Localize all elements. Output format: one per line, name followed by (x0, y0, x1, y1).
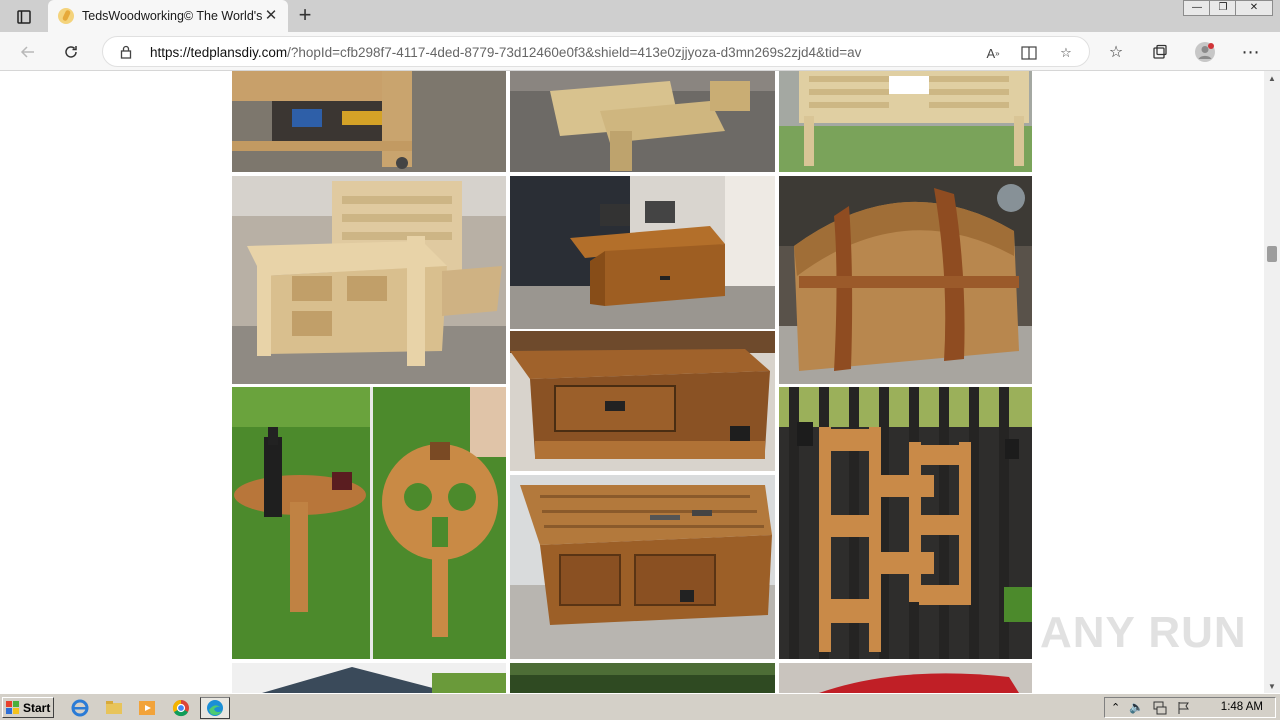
windows-taskbar: Start ⌃ 🔈 1:48 AM (0, 693, 1280, 720)
gallery-item-vertical-planter[interactable] (779, 387, 1032, 659)
scroll-down-icon[interactable]: ▼ (1268, 682, 1276, 691)
new-tab-button[interactable]: + (292, 4, 318, 28)
collections-icon[interactable] (1147, 39, 1173, 65)
url-path: /?hopId=cfb298f7-4117-4ded-8779-73d12460… (287, 45, 862, 60)
tab-actions-button[interactable] (10, 6, 38, 28)
gallery-item-wine-table[interactable] (232, 387, 506, 659)
gallery-item-trunk-coffee-table[interactable] (510, 331, 775, 471)
media-player-icon[interactable] (137, 698, 157, 718)
chrome-icon[interactable] (171, 698, 191, 718)
page-content (0, 71, 1264, 693)
refresh-button[interactable] (58, 39, 84, 65)
start-label: Start (23, 700, 51, 715)
windows-logo-icon (6, 700, 19, 714)
tray-expand-icon[interactable]: ⌃ (1111, 701, 1120, 714)
tab-strip: TedsWoodworking© The World's ✕ + — ❐ ✕ (0, 0, 1280, 32)
refresh-icon (65, 46, 77, 58)
edge-icon (207, 700, 223, 716)
gallery-item-treasure-chest[interactable] (779, 176, 1032, 384)
restore-button[interactable]: ❐ (1209, 0, 1237, 16)
taskbar-clock[interactable]: 1:48 AM (1221, 701, 1263, 713)
gallery-item-workbench-cart[interactable] (232, 71, 506, 172)
add-favorite-icon[interactable]: ☆ (1056, 43, 1076, 63)
scroll-up-icon[interactable]: ▲ (1268, 74, 1276, 83)
internet-explorer-icon[interactable] (70, 698, 90, 718)
scroll-thumb[interactable] (1267, 246, 1277, 262)
immersive-reader-icon[interactable] (1019, 43, 1039, 63)
profile-avatar-icon[interactable] (1192, 39, 1218, 65)
gallery-item-woodworking-workbench[interactable] (510, 475, 775, 659)
lock-icon[interactable] (119, 45, 133, 64)
start-button[interactable]: Start (2, 697, 54, 718)
gallery-item-garden[interactable] (510, 663, 775, 693)
gallery-item-double-chair-bench[interactable] (779, 71, 1032, 172)
visual-search-icon (997, 184, 1025, 212)
close-window-button[interactable]: ✕ (1235, 0, 1273, 16)
address-bar[interactable]: https://tedplansdiy.com/?hopId=cfb298f7-… (102, 36, 1090, 67)
volume-icon[interactable]: 🔈 (1129, 700, 1144, 714)
tab-title: TedsWoodworking© The World's (82, 9, 262, 23)
url-host: https://tedplansdiy.com (150, 45, 288, 60)
gallery-item-lift-top-coffee-table[interactable] (510, 176, 775, 329)
back-button[interactable] (15, 39, 41, 65)
action-center-flag-icon[interactable] (1177, 701, 1191, 720)
site-favicon-icon (58, 8, 74, 24)
gallery-item-storage-bed-frame[interactable] (232, 176, 506, 384)
tab-close-icon[interactable]: ✕ (262, 7, 280, 25)
anyrun-watermark: ANY RUN (1040, 608, 1247, 657)
more-menu-icon[interactable]: ⋯ (1238, 39, 1264, 65)
back-arrow-icon (20, 46, 34, 58)
browser-toolbar: https://tedplansdiy.com/?hopId=cfb298f7-… (0, 32, 1280, 71)
vertical-scrollbar[interactable]: ▲ ▼ (1264, 71, 1280, 693)
gallery-item-shed[interactable] (232, 663, 506, 693)
network-icon[interactable] (1153, 701, 1167, 720)
tab-actions-icon (17, 10, 31, 24)
favorites-icon[interactable]: ☆ (1103, 39, 1129, 65)
minimize-button[interactable]: — (1183, 0, 1211, 16)
gallery-item-red-cushion[interactable] (779, 663, 1032, 693)
gallery-item-picnic-bench[interactable] (510, 71, 775, 172)
edge-taskbar-button[interactable] (200, 697, 230, 719)
file-explorer-icon[interactable] (104, 698, 124, 718)
browser-tab[interactable]: TedsWoodworking© The World's ✕ (48, 0, 288, 32)
system-tray: ⌃ 🔈 1:48 AM (1104, 697, 1276, 718)
read-aloud-icon[interactable]: A» (983, 43, 1003, 63)
url-text[interactable]: https://tedplansdiy.com/?hopId=cfb298f7-… (150, 45, 970, 60)
